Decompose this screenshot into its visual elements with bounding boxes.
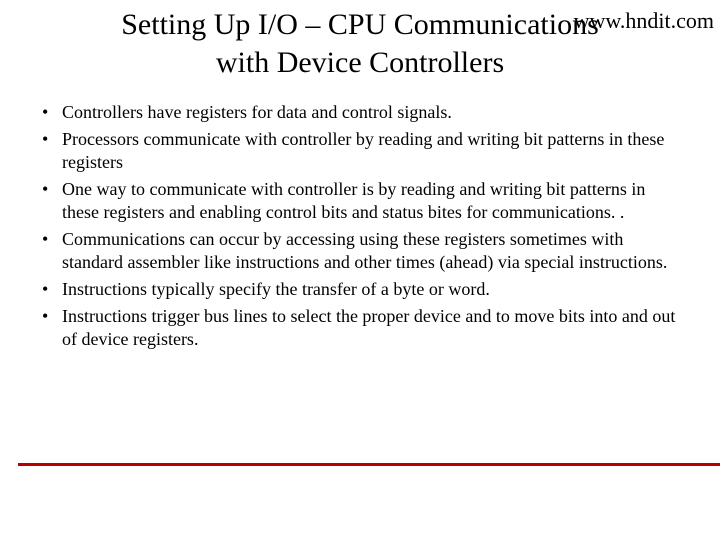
list-item: One way to communicate with controller i… [36,178,684,224]
slide-body: Controllers have registers for data and … [0,95,720,351]
watermark-text: www.hndit.com [574,8,714,34]
bullet-list: Controllers have registers for data and … [36,101,684,351]
list-item: Communications can occur by accessing us… [36,228,684,274]
list-item: Instructions typically specify the trans… [36,278,684,301]
title-line-1: Setting Up I/O – CPU Communications [121,8,599,41]
title-line-2: with Device Controllers [216,46,504,79]
list-item: Processors communicate with controller b… [36,128,684,174]
list-item: Controllers have registers for data and … [36,101,684,124]
red-divider-line [18,463,720,466]
list-item: Instructions trigger bus lines to select… [36,305,684,351]
